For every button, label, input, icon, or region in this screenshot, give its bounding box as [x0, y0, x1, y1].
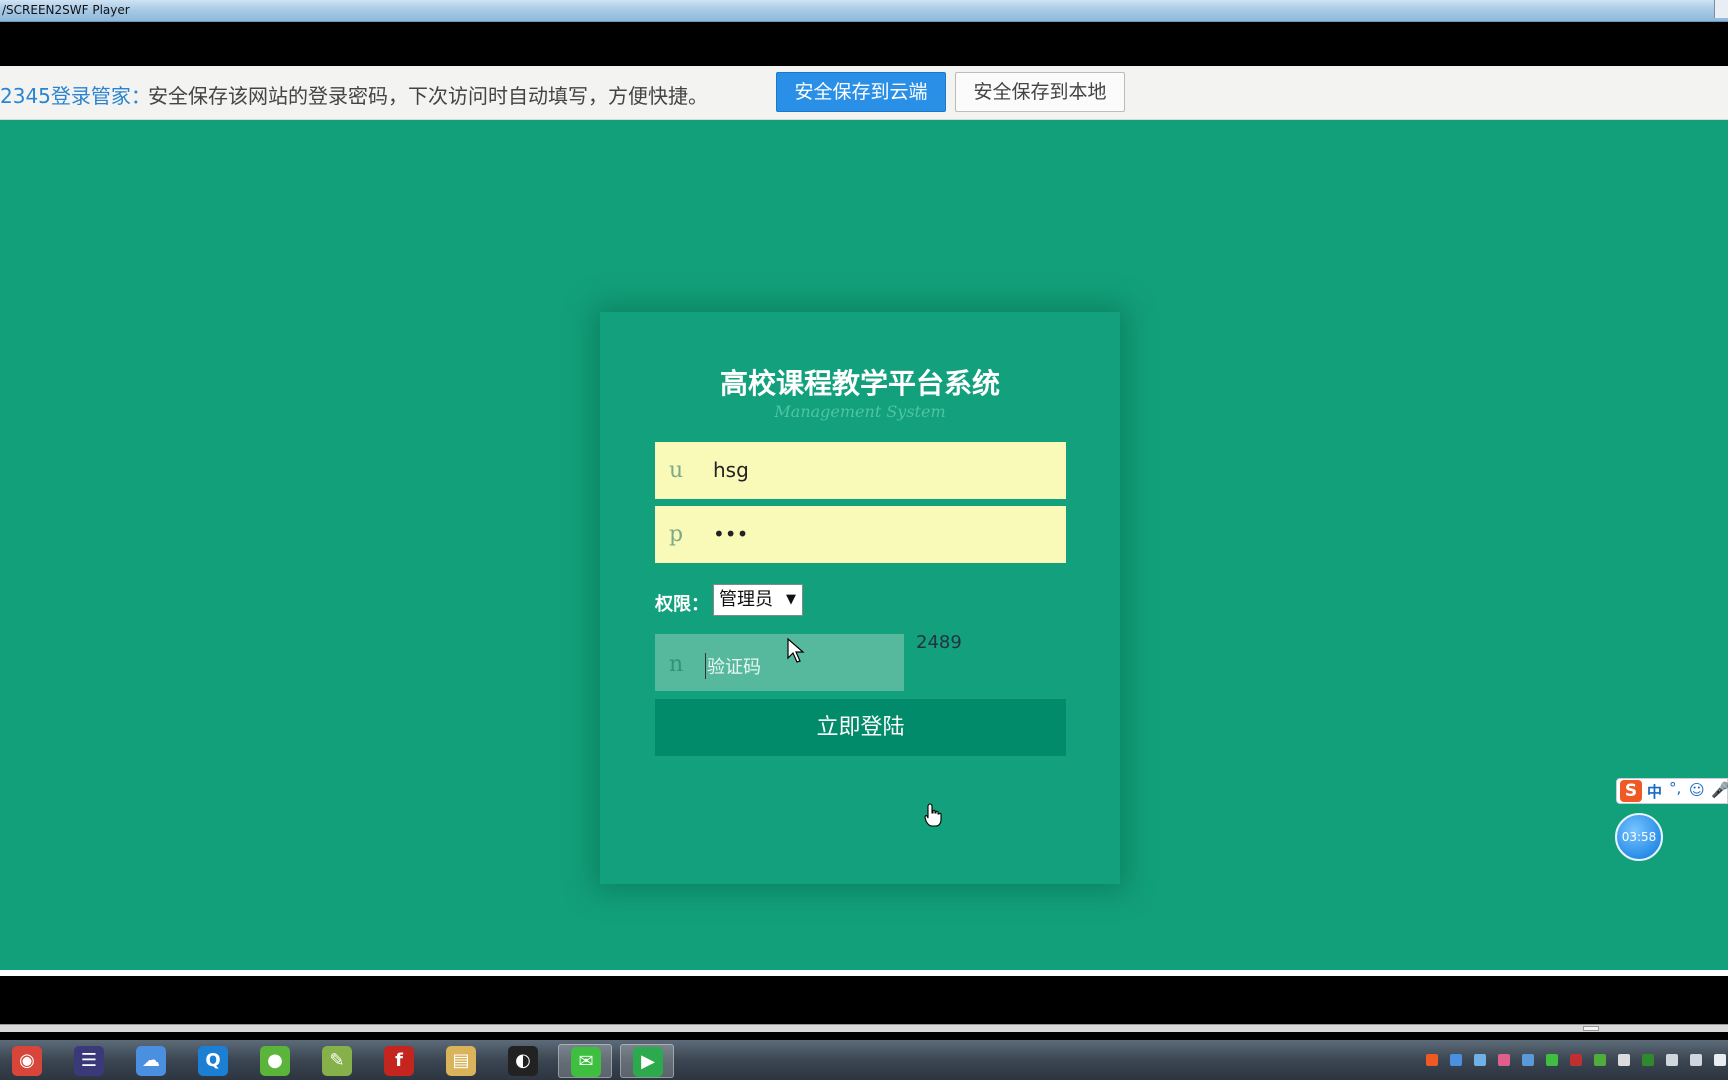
- login-title: 高校课程教学平台系统: [719, 367, 1000, 400]
- role-selected-value: 管理员: [719, 589, 773, 610]
- taskbar-app-green-app[interactable]: ●: [248, 1044, 302, 1078]
- window-title: /SCREEN2SWF Player: [2, 3, 130, 17]
- taskbar-app-wechat[interactable]: ✉: [558, 1044, 612, 1078]
- player-top-bar: [0, 22, 1728, 66]
- browser-q-icon: Q: [198, 1046, 228, 1076]
- password-manager-bar: 2345登录管家： 安全保存该网站的登录密码，下次访问时自动填写，方便快捷。 安…: [0, 66, 1728, 120]
- shield-icon[interactable]: [1522, 1054, 1534, 1066]
- hand-cursor-icon: [924, 803, 942, 827]
- player-bottom-bar: [0, 976, 1728, 1028]
- sogou-ime-icon[interactable]: S: [1620, 780, 1642, 802]
- taskbar-app-chrome[interactable]: ◉: [0, 1044, 54, 1078]
- login-subtitle: Management System: [774, 402, 946, 421]
- ime-emoji-icon[interactable]: ☺: [1689, 781, 1705, 799]
- taskbar-app-browser-q[interactable]: Q: [186, 1044, 240, 1078]
- taskbar-app-eclipse[interactable]: ☰: [62, 1044, 116, 1078]
- login-card: 高校课程教学平台系统 Management System u hsg p •••…: [600, 312, 1120, 884]
- captcha-code[interactable]: 2489: [916, 632, 962, 653]
- player-seek-bar[interactable]: [0, 1024, 1728, 1032]
- file-explorer-icon: ▤: [446, 1046, 476, 1076]
- green-app-icon: ●: [260, 1046, 290, 1076]
- captcha-placeholder: 验证码: [705, 653, 761, 679]
- captcha-prefix-icon: n: [669, 652, 684, 677]
- taskbar-app-flash[interactable]: f: [372, 1044, 426, 1078]
- captcha-input[interactable]: n 验证码: [655, 634, 904, 691]
- username-value: hsg: [713, 458, 749, 482]
- tray-icon[interactable]: [1642, 1054, 1654, 1066]
- volume-icon[interactable]: [1666, 1054, 1678, 1066]
- mouse-pointer-icon: [787, 638, 805, 663]
- taskbar-app-qq[interactable]: ◐: [496, 1044, 550, 1078]
- ime-language-toggle[interactable]: 中: [1647, 781, 1662, 802]
- password-value: •••: [713, 522, 749, 546]
- role-label: 权限：: [655, 594, 709, 615]
- username-field[interactable]: u hsg: [655, 442, 1066, 499]
- window-control-button[interactable]: [1714, 0, 1728, 18]
- tray-icon[interactable]: [1474, 1054, 1486, 1066]
- dropdown-arrow-icon: ▼: [786, 592, 796, 607]
- ime-microphone-icon[interactable]: 🎤: [1711, 781, 1728, 799]
- taskbar-app-file-explorer[interactable]: ▤: [434, 1044, 488, 1078]
- wechat-icon: ✉: [571, 1047, 601, 1077]
- password-manager-message: 安全保存该网站的登录密码，下次访问时自动填写，方便快捷。: [148, 84, 708, 108]
- recording-timer[interactable]: 03:58: [1615, 813, 1663, 861]
- player-seek-thumb[interactable]: [1583, 1026, 1599, 1031]
- chrome-icon: ◉: [12, 1046, 42, 1076]
- tray-icon[interactable]: [1450, 1054, 1462, 1066]
- window-title-bar: /SCREEN2SWF Player: [0, 0, 1728, 22]
- tray-icon[interactable]: [1594, 1054, 1606, 1066]
- taskbar-app-baidu-netdisk[interactable]: ☁: [124, 1044, 178, 1078]
- role-select[interactable]: 管理员 ▼: [713, 584, 803, 616]
- ime-toolbar[interactable]: S 中 °, ☺ 🎤: [1616, 778, 1728, 804]
- taskbar-app-notepad[interactable]: ✎: [310, 1044, 364, 1078]
- system-tray[interactable]: [1388, 1040, 1728, 1080]
- screen-recorder-icon: ▶: [633, 1047, 663, 1077]
- sogou-tray-icon[interactable]: [1426, 1054, 1438, 1066]
- baidu-netdisk-icon: ☁: [136, 1046, 166, 1076]
- login-submit-button[interactable]: 立即登陆: [655, 699, 1066, 756]
- ime-punctuation-toggle[interactable]: °,: [1669, 779, 1681, 797]
- wechat-tray-icon[interactable]: [1546, 1054, 1558, 1066]
- eclipse-icon: ☰: [74, 1046, 104, 1076]
- qq-icon: ◐: [508, 1046, 538, 1076]
- password-field[interactable]: p •••: [655, 506, 1066, 563]
- action-center-icon[interactable]: [1714, 1054, 1726, 1066]
- password-manager-brand: 2345登录管家：: [0, 84, 151, 108]
- tray-icon[interactable]: [1570, 1054, 1582, 1066]
- save-to-local-button[interactable]: 安全保存到本地: [955, 72, 1125, 112]
- qq-tray-icon[interactable]: [1618, 1054, 1630, 1066]
- taskbar-app-screen-recorder[interactable]: ▶: [620, 1044, 674, 1078]
- save-to-cloud-button[interactable]: 安全保存到云端: [776, 72, 946, 112]
- notepad-icon: ✎: [322, 1046, 352, 1076]
- password-prefix-icon: p: [669, 522, 684, 547]
- flash-icon: f: [384, 1046, 414, 1076]
- network-icon[interactable]: [1690, 1054, 1702, 1066]
- username-prefix-icon: u: [669, 458, 684, 483]
- tray-icon[interactable]: [1498, 1054, 1510, 1066]
